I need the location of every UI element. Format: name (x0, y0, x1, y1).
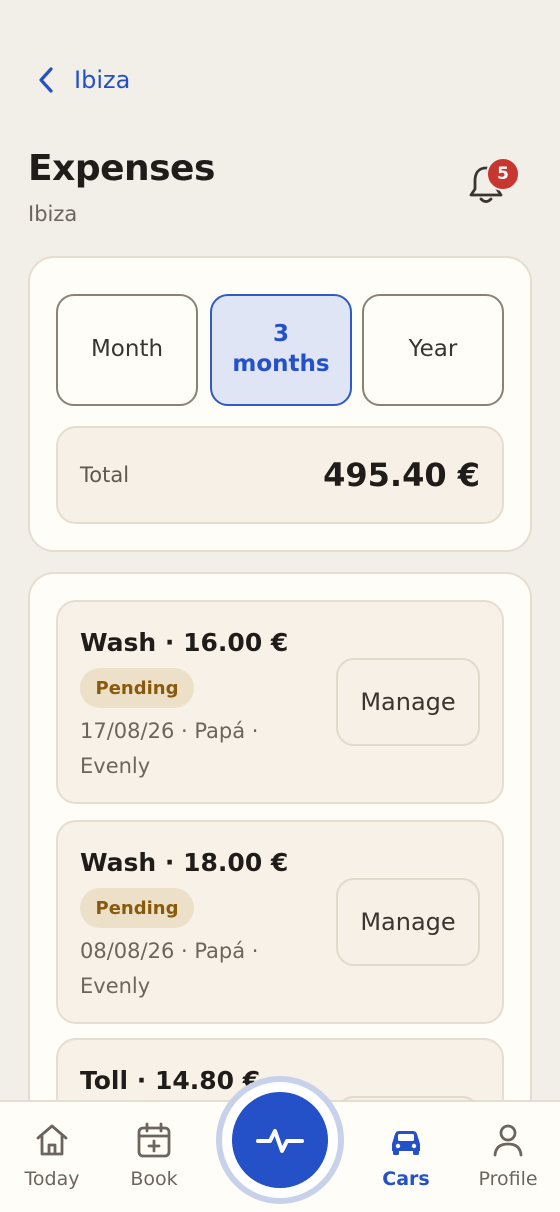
expense-title: Wash · 16.00 € (80, 628, 289, 657)
activity-pulse-icon (256, 1129, 304, 1153)
fab-inner (232, 1092, 328, 1188)
home-icon (36, 1124, 68, 1156)
fab-button[interactable] (216, 1076, 344, 1204)
expense-item: Wash · 18.00 € Pending 08/08/26 · Papá ·… (56, 820, 504, 1024)
expense-meta: 17/08/26 · Papá · Evenly (80, 719, 259, 778)
total-value: 495.40 € (323, 456, 480, 494)
car-icon (392, 1131, 420, 1155)
nav-label-cars: Cars (382, 1168, 430, 1190)
notification-count-badge: 5 (486, 157, 520, 191)
nav-item-book[interactable]: Book (104, 1102, 204, 1212)
fab-outer (222, 1082, 338, 1198)
nav-item-today[interactable]: Today (2, 1102, 102, 1212)
page-title: Expenses (28, 148, 215, 189)
manage-button[interactable]: Manage (336, 878, 480, 966)
nav-label-book: Book (130, 1168, 178, 1190)
summary-card: Month 3 months Year Total 495.40 € (28, 256, 532, 552)
nav-label-profile: Profile (478, 1168, 538, 1190)
back-link[interactable]: Ibiza (36, 60, 130, 100)
range-month-button[interactable]: Month (56, 294, 198, 406)
chevron-left-icon (39, 67, 53, 93)
range-3-months-button[interactable]: 3 months (210, 294, 352, 406)
expense-title: Toll · 14.80 € (80, 1066, 261, 1095)
back-label: Ibiza (74, 66, 131, 94)
nav-label-today: Today (24, 1168, 80, 1190)
range-3-months-label: 3 months (232, 321, 330, 377)
expense-item: Wash · 16.00 € Pending 17/08/26 · Papá ·… (56, 600, 504, 804)
status-badge: Pending (80, 888, 194, 928)
total-box: Total 495.40 € (56, 426, 504, 524)
manage-button[interactable]: Manage (336, 658, 480, 746)
status-badge: Pending (80, 668, 194, 708)
total-label: Total (80, 463, 130, 487)
nav-item-cars[interactable]: Cars (356, 1102, 456, 1212)
calendar-plus-icon (137, 1122, 171, 1158)
range-year-button[interactable]: Year (362, 294, 504, 406)
person-icon (493, 1124, 523, 1157)
expense-meta: 08/08/26 · Papá · Evenly (80, 939, 259, 998)
page-subtitle: Ibiza (28, 202, 78, 226)
expense-title: Wash · 18.00 € (80, 848, 289, 877)
expenses-screen: Ibiza Expenses Ibiza 5 Month 3 months Ye… (0, 0, 560, 1212)
nav-item-profile[interactable]: Profile (458, 1102, 558, 1212)
